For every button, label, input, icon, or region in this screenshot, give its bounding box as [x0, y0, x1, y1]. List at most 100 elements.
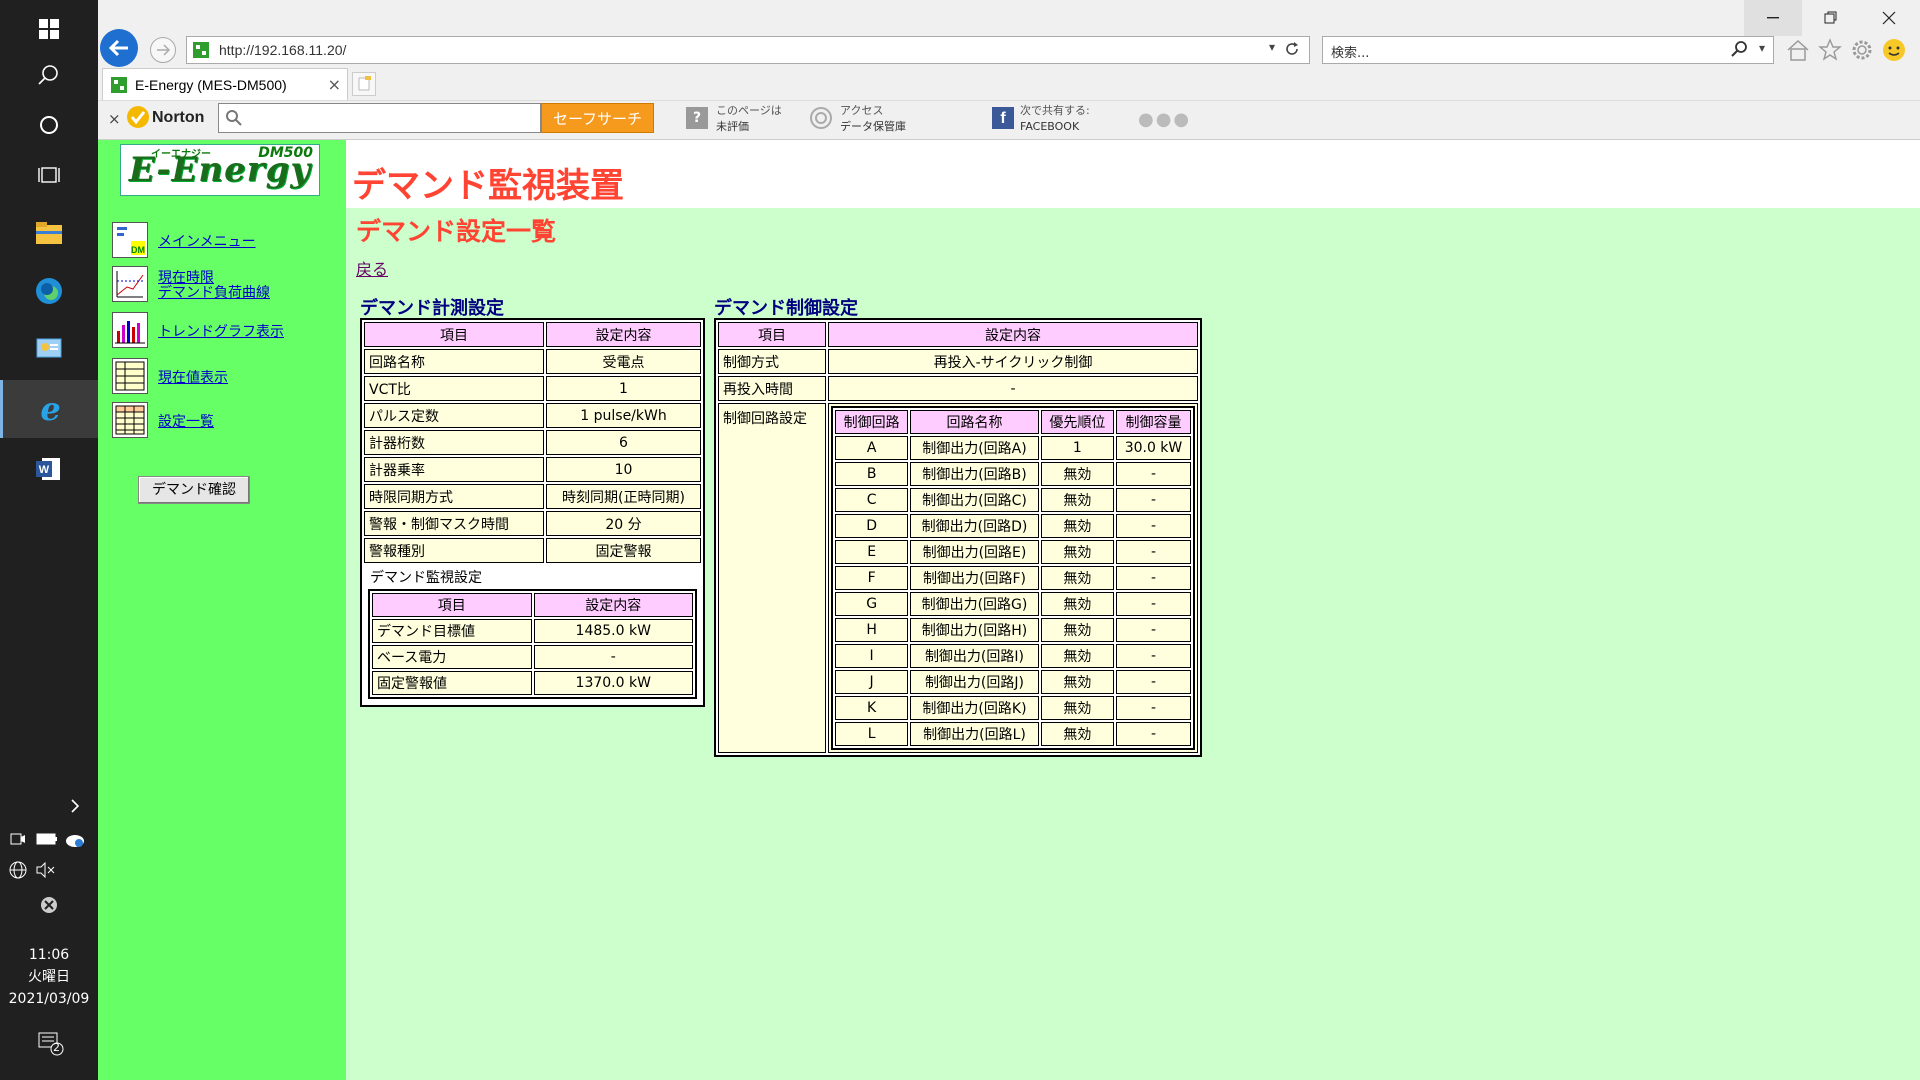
url-text[interactable]: http://192.168.11.20/ — [219, 42, 346, 58]
browser-search-box[interactable]: 検索... ▾ — [1322, 36, 1774, 64]
circuit-name: 制御出力(回路C) — [910, 488, 1039, 512]
page-rating[interactable]: このページは 未評価 — [716, 103, 782, 135]
notification-center-icon[interactable]: 2 — [38, 1032, 64, 1060]
circuit-id: H — [835, 618, 909, 642]
cell-value: 1 — [546, 376, 701, 401]
norton-close-icon[interactable]: × — [108, 110, 121, 128]
menu-settings-list-label[interactable]: 設定一覧 — [158, 414, 214, 430]
table-row: ベース電力 - — [372, 645, 693, 669]
cell-label: 時限同期方式 — [364, 484, 544, 509]
circuit-name: 制御出力(回路A) — [910, 436, 1039, 460]
vault-access[interactable]: アクセス データ保管庫 — [840, 103, 906, 135]
vault-icon[interactable] — [810, 107, 832, 129]
cell-label: ベース電力 — [372, 645, 532, 669]
forward-button[interactable] — [150, 37, 176, 63]
menu-load-curve-label-1[interactable]: 現在時限 — [158, 270, 214, 286]
column-header: 制御容量 — [1115, 410, 1191, 434]
menu-load-curve-label-2[interactable]: デマンド負荷曲線 — [158, 285, 270, 301]
table-row: E 制御出力(回路E) 無効 - — [835, 540, 1191, 564]
title-bar — [98, 0, 1920, 36]
menu-trend-graph[interactable]: トレンドグラフ表示 — [112, 312, 342, 352]
search-magnifier-icon[interactable] — [1731, 40, 1749, 62]
search-dropdown-icon[interactable]: ▾ — [1759, 41, 1765, 55]
column-header: 制御回路 — [835, 410, 909, 434]
table-row: H 制御出力(回路H) 無効 - — [835, 618, 1191, 642]
address-dropdown-icon[interactable]: ▾ — [1269, 40, 1275, 54]
back-button[interactable] — [100, 29, 138, 67]
facebook-icon[interactable]: f — [992, 107, 1014, 129]
feedback-smiley-icon[interactable] — [1882, 38, 1906, 66]
column-header: 設定内容 — [533, 593, 693, 617]
circuit-id: G — [835, 592, 909, 616]
home-icon[interactable] — [1786, 38, 1810, 66]
dm-menu-icon: DM — [112, 222, 148, 258]
word-icon[interactable]: W — [0, 440, 98, 498]
facebook-share[interactable]: 次で共有する: FACEBOOK — [1020, 103, 1090, 135]
page-rating-line2: 未評価 — [716, 120, 749, 133]
task-view-icon[interactable] — [0, 146, 98, 204]
battery-icon[interactable] — [36, 832, 58, 850]
more-options-icon[interactable]: ●●● — [1138, 109, 1191, 130]
circuit-name: 制御出力(回路I) — [910, 644, 1039, 668]
table-row: G 制御出力(回路G) 無効 - — [835, 592, 1191, 616]
circuit-priority: 無効 — [1040, 696, 1114, 720]
table-row: 再投入時間 - — [718, 376, 1198, 401]
circuit-name: 制御出力(回路F) — [910, 566, 1039, 590]
tab-e-energy[interactable]: E-Energy (MES-DM500) × — [102, 68, 348, 100]
norton-search-input[interactable] — [218, 103, 541, 133]
menu-load-curve[interactable]: 現在時限 デマンド負荷曲線 — [112, 266, 342, 306]
circuit-priority: 無効 — [1040, 644, 1114, 668]
svg-text:W: W — [39, 464, 50, 476]
back-link[interactable]: 戻る — [356, 256, 388, 280]
table-row: D 制御出力(回路D) 無効 - — [835, 514, 1191, 538]
clock-time[interactable]: 11:06 — [0, 944, 98, 966]
close-window-button[interactable] — [1860, 0, 1918, 36]
new-tab-button[interactable] — [352, 72, 376, 96]
circuit-capacity: - — [1115, 488, 1191, 512]
favorites-star-icon[interactable] — [1818, 38, 1842, 66]
menu-current-values-label[interactable]: 現在値表示 — [158, 370, 228, 386]
chevron-right-icon[interactable] — [70, 798, 80, 818]
cell-label: 再投入時間 — [718, 376, 826, 401]
browser-chrome: http://192.168.11.20/ ▾ 検索... ▾ E-Energy… — [98, 0, 1920, 140]
close-tab-icon[interactable]: × — [328, 75, 341, 94]
access-line1: アクセス — [840, 104, 884, 117]
table-row: B 制御出力(回路B) 無効 - — [835, 462, 1191, 486]
volume-muted-icon[interactable] — [36, 861, 56, 882]
circuit-priority: 無効 — [1040, 670, 1114, 694]
clock-weekday[interactable]: 火曜日 — [0, 966, 98, 988]
search-placeholder[interactable]: 検索... — [1331, 42, 1369, 61]
site-favicon-icon — [193, 42, 209, 62]
header-banner: デマンド監視装置 — [346, 140, 1920, 208]
demand-confirm-button[interactable]: デマンド確認 — [138, 476, 250, 504]
page-content: DM500 イーエナジー E-Energy DM メインメニュー 現在時限 デマ… — [98, 140, 1920, 1080]
meet-now-icon[interactable] — [10, 832, 26, 850]
monitor-settings-table: 項目 設定内容 デマンド目標値 1485.0 kW ベース電力 - 固定警報値 1370.0 … — [368, 589, 697, 699]
refresh-icon[interactable] — [1283, 40, 1301, 62]
menu-trend-graph-label[interactable]: トレンドグラフ表示 — [158, 324, 284, 340]
page-rating-question-icon[interactable]: ? — [686, 107, 708, 129]
menu-main-menu-label[interactable]: メインメニュー — [158, 234, 256, 250]
settings-gear-icon[interactable] — [1850, 38, 1874, 66]
circuit-name: 制御出力(回路E) — [910, 540, 1039, 564]
file-explorer-icon[interactable] — [0, 204, 98, 262]
cell-label: 警報種別 — [364, 538, 544, 563]
restore-button[interactable] — [1802, 0, 1860, 36]
circuit-capacity: - — [1115, 722, 1191, 746]
network-globe-icon[interactable] — [8, 860, 28, 884]
safe-search-button[interactable]: セーフサーチ — [541, 103, 654, 133]
address-bar[interactable]: http://192.168.11.20/ ▾ — [186, 36, 1310, 64]
circuit-priority: 無効 — [1040, 566, 1114, 590]
control-panel-icon[interactable] — [0, 320, 98, 378]
cell-label: VCT比 — [364, 376, 544, 401]
cell-label: 計器乗率 — [364, 457, 544, 482]
menu-current-values[interactable]: 現在値表示 — [112, 358, 342, 398]
cloud-sync-icon[interactable] — [64, 832, 86, 852]
clock-date[interactable]: 2021/03/09 — [0, 988, 98, 1010]
menu-settings-list[interactable]: 設定一覧 — [112, 402, 342, 442]
internet-explorer-icon[interactable]: e — [0, 380, 98, 438]
menu-main-menu[interactable]: DM メインメニュー — [112, 222, 342, 262]
close-circle-icon[interactable] — [40, 896, 58, 918]
edge-browser-icon[interactable] — [0, 262, 98, 320]
minimize-button[interactable] — [1744, 0, 1802, 36]
